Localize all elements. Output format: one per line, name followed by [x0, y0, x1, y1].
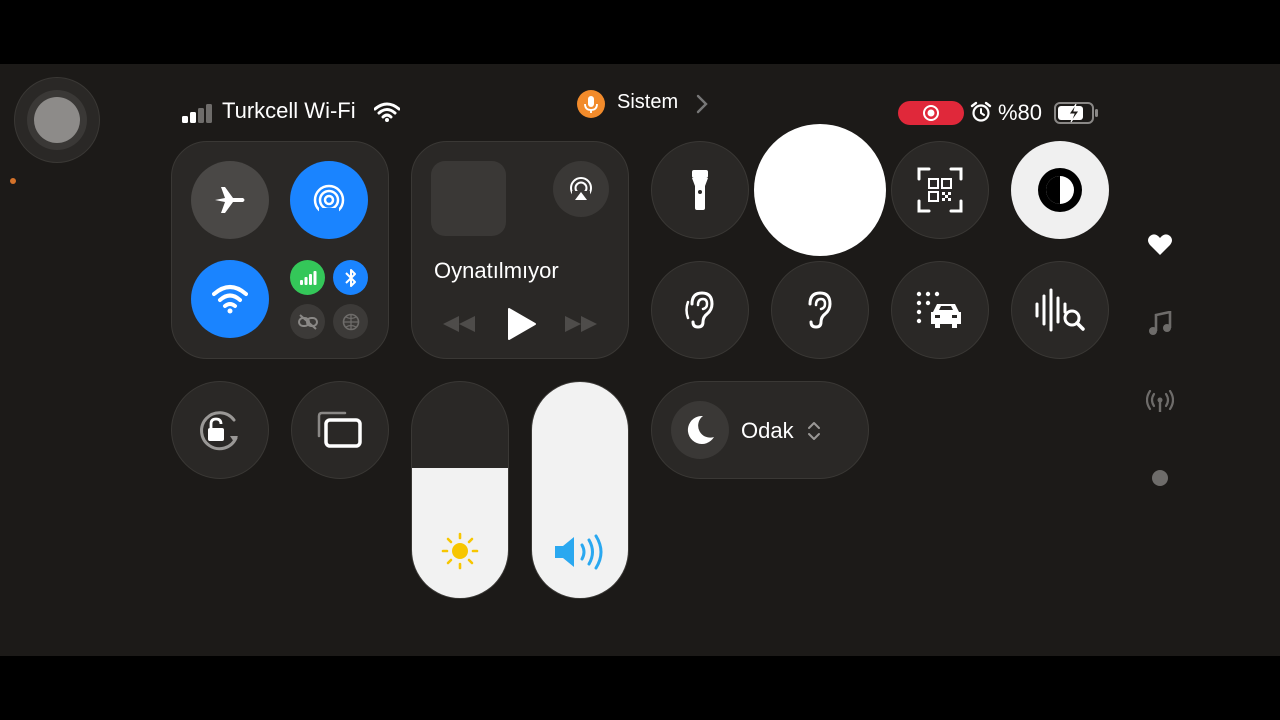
heart-icon[interactable]	[1147, 233, 1173, 257]
sun-icon	[441, 532, 479, 570]
flashlight-icon	[692, 170, 708, 210]
wifi-icon	[212, 285, 248, 314]
airplay-button[interactable]	[553, 161, 609, 217]
alarm-clock-icon	[970, 101, 992, 122]
focus-label: Odak	[741, 418, 794, 443]
hearing-button-2[interactable]	[771, 261, 869, 359]
ear-icon	[685, 291, 714, 329]
hearing-button-1[interactable]	[651, 261, 749, 359]
play-icon[interactable]	[506, 307, 538, 341]
vehicle-motion-cues-button[interactable]	[891, 261, 989, 359]
link-icon	[297, 313, 318, 330]
screen-recording-indicator[interactable]	[898, 101, 964, 125]
globe-icon	[342, 313, 359, 330]
sound-recognition-button[interactable]	[1011, 261, 1109, 359]
orientation-lock-button[interactable]	[171, 381, 269, 479]
chevron-up-down-icon	[808, 422, 820, 440]
chevron-right-icon	[696, 94, 708, 114]
bluetooth-icon	[344, 268, 356, 287]
antenna-icon[interactable]	[1146, 390, 1174, 414]
volume-slider[interactable]	[531, 381, 629, 599]
moon-icon	[687, 415, 714, 444]
page-dot[interactable]	[1152, 470, 1168, 486]
battery-percent: %80	[998, 100, 1043, 125]
microphone-in-use-icon	[577, 90, 605, 118]
carrier-label: Turkcell Wi-Fi	[222, 98, 356, 123]
dark-mode-button[interactable]	[1011, 141, 1109, 239]
now-playing-title: Oynatılmıyor	[434, 258, 559, 283]
moon-icon-container	[671, 401, 729, 459]
airplane-icon	[215, 187, 245, 213]
personal-hotspot-button[interactable]	[290, 304, 325, 339]
music-note-icon[interactable]	[1148, 311, 1172, 337]
ear-icon	[808, 291, 832, 329]
cellular-data-button[interactable]	[290, 260, 325, 295]
rewind-icon[interactable]	[441, 314, 477, 334]
code-scanner-button[interactable]	[891, 141, 989, 239]
sound-search-icon	[1035, 288, 1085, 332]
album-artwork	[431, 161, 506, 236]
dark-mode-shortcut-button[interactable]	[754, 124, 886, 256]
car-motion-icon	[916, 291, 961, 328]
brightness-slider[interactable]	[411, 381, 509, 599]
screen-mirroring-button[interactable]	[291, 381, 389, 479]
airdrop-icon	[313, 184, 345, 218]
wifi-button[interactable]	[191, 260, 269, 338]
screen-mirroring-icon	[317, 411, 362, 448]
qr-code-scanner-icon	[917, 167, 963, 213]
privacy-source-label[interactable]: Sistem	[617, 91, 678, 114]
dark-mode-icon	[1038, 168, 1082, 212]
fast-forward-icon[interactable]	[563, 314, 599, 334]
cellular-signal-icon	[182, 99, 216, 123]
airplay-icon	[570, 177, 592, 202]
speaker-volume-icon	[555, 534, 603, 570]
airdrop-button[interactable]	[290, 161, 368, 239]
battery-charging-icon	[1054, 102, 1098, 124]
cellular-icon	[299, 270, 316, 285]
bluetooth-button[interactable]	[333, 260, 368, 295]
assistive-touch-button[interactable]	[14, 77, 100, 163]
orientation-lock-icon	[200, 411, 238, 451]
wifi-icon	[374, 102, 400, 122]
privacy-indicator-dot	[10, 178, 16, 184]
airplane-mode-button[interactable]	[191, 161, 269, 239]
vpn-button[interactable]	[333, 304, 368, 339]
control-center: Turkcell Wi-Fi Sistem %80 Oynatılmıyor O…	[0, 64, 1280, 656]
flashlight-button[interactable]	[651, 141, 749, 239]
